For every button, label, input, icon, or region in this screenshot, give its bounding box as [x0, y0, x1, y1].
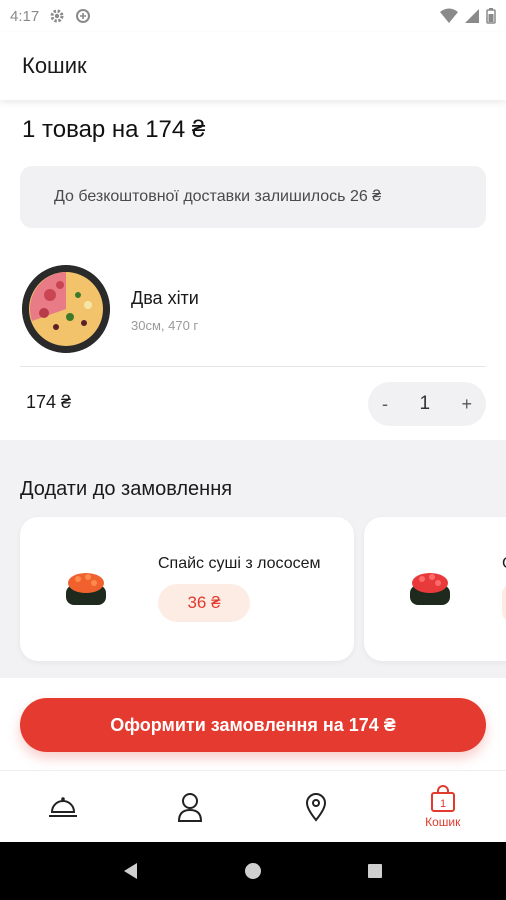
upsell-card[interactable]: Спайс суші з лососем 36 ₴: [20, 517, 354, 661]
item-price-row: 174 ₴ - 1 +: [20, 380, 486, 428]
nav-item-cart[interactable]: 1 Кошик: [380, 771, 506, 843]
upsell-add-price-button[interactable]: 36 ₴: [158, 584, 250, 622]
item-name: Два хіти: [131, 288, 199, 308]
cart-badge: 1: [440, 798, 446, 810]
cart-content[interactable]: 1 товар на 174 ₴ До безкоштовної доставк…: [0, 100, 506, 678]
pizza-image: [22, 265, 110, 353]
increase-button[interactable]: +: [461, 394, 472, 415]
upsell-section: Додати до замовлення Спайс суші з лососе…: [0, 440, 506, 678]
home-icon[interactable]: [243, 861, 263, 881]
cart-item[interactable]: Два хіти 30см, 470 г: [20, 260, 486, 367]
data-saver-icon: [76, 9, 91, 23]
location-pin-icon: [306, 793, 327, 822]
quantity-stepper[interactable]: - 1 +: [368, 382, 486, 426]
bottom-nav: 1 Кошик: [0, 770, 506, 843]
upsell-item-price: 36 ₴: [187, 593, 221, 612]
checkout-bar: Оформити замовлення на 174 ₴: [0, 678, 506, 770]
page-title: Кошик: [22, 53, 87, 78]
cart-summary: 1 товар на 174 ₴: [22, 116, 206, 143]
free-delivery-note: До безкоштовної доставки залишилось 26 ₴: [20, 166, 486, 228]
upsell-title: Додати до замовлення: [20, 478, 233, 500]
system-nav-bar: [0, 842, 506, 900]
nav-item-locations[interactable]: [253, 771, 379, 843]
status-right: [440, 8, 496, 24]
user-icon: [177, 793, 202, 822]
item-price: 174 ₴: [26, 392, 72, 412]
checkout-button-label: Оформити замовлення на 174 ₴: [110, 714, 396, 735]
back-icon[interactable]: [121, 861, 141, 881]
upsell-item-name: С: [502, 555, 506, 573]
upsell-card[interactable]: С: [364, 517, 506, 661]
decrease-button[interactable]: -: [382, 394, 388, 415]
settings-gear-icon: [50, 9, 64, 23]
nav-item-menu[interactable]: [0, 771, 126, 843]
battery-icon: [486, 8, 496, 24]
recents-icon[interactable]: [365, 861, 385, 881]
item-meta: 30см, 470 г: [131, 318, 199, 333]
status-bar: 4:17: [0, 0, 506, 32]
app-bar: Кошик: [0, 32, 506, 100]
nav-item-cart-label: Кошик: [425, 815, 461, 829]
checkout-button[interactable]: Оформити замовлення на 174 ₴: [20, 698, 486, 752]
nav-item-profile[interactable]: [127, 771, 253, 843]
sushi-image: [410, 573, 450, 605]
wifi-icon: [440, 8, 458, 23]
bag-icon: 1: [430, 785, 455, 812]
quantity-value: 1: [419, 393, 431, 414]
sushi-image: [66, 573, 106, 605]
free-delivery-text: До безкоштовної доставки залишилось 26 ₴: [54, 188, 382, 205]
signal-icon: [465, 9, 479, 23]
upsell-add-price-button[interactable]: [502, 584, 506, 622]
cloche-icon: [49, 797, 78, 817]
upsell-item-name: Спайс суші з лососем: [158, 555, 321, 572]
status-left: 4:17: [10, 8, 91, 25]
status-time: 4:17: [10, 7, 40, 25]
